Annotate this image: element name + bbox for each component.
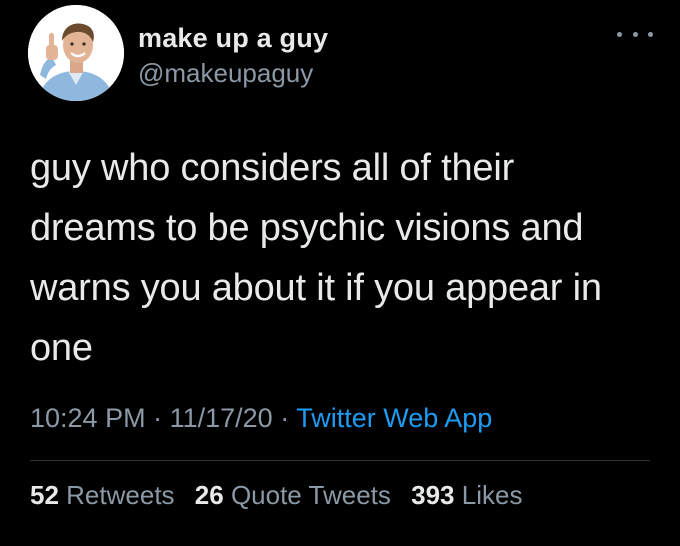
avatar[interactable] xyxy=(28,5,124,101)
quote-tweets-label: Quote Tweets xyxy=(230,480,391,510)
divider xyxy=(30,460,650,461)
profile-photo-icon xyxy=(28,5,124,101)
ellipsis-icon xyxy=(648,31,653,37)
likes-count: 393 xyxy=(411,480,455,510)
tweet-source-link[interactable]: Twitter Web App xyxy=(296,403,492,433)
retweets-count: 52 xyxy=(30,480,59,510)
meta-separator: · xyxy=(280,403,297,433)
ellipsis-icon xyxy=(632,31,638,37)
display-name[interactable]: make up a guy xyxy=(138,23,328,54)
tweet-time[interactable]: 10:24 PM xyxy=(30,403,146,433)
engagement-stats: 52 Retweets 26 Quote Tweets 393 Likes xyxy=(30,480,535,511)
tweet-text-line: warns you about it if you appear in xyxy=(30,267,602,309)
tweet-date[interactable]: 11/17/20 xyxy=(170,403,273,433)
tweet-metadata: 10:24 PM · 11/17/20 · Twitter Web App xyxy=(30,403,492,434)
tweet-text-line: dreams to be psychic visions and xyxy=(30,207,584,249)
tweet-text: guy who considers all of their dreams to… xyxy=(30,138,630,378)
ellipsis-icon xyxy=(617,31,622,37)
quote-tweets-stat[interactable]: 26 Quote Tweets xyxy=(195,480,391,510)
tweet-text-line: one xyxy=(30,327,93,369)
retweets-label: Retweets xyxy=(66,480,175,510)
likes-stat[interactable]: 393 Likes xyxy=(411,480,522,510)
retweets-stat[interactable]: 52 Retweets xyxy=(30,480,175,510)
tweet-card: make up a guy @makeupaguy guy who consid… xyxy=(0,0,680,546)
more-options-button[interactable] xyxy=(617,22,653,46)
quote-tweets-count: 26 xyxy=(194,480,224,510)
meta-separator: · xyxy=(153,403,170,433)
user-handle[interactable]: @makeupaguy xyxy=(138,58,313,89)
tweet-text-line: guy who considers all of their xyxy=(30,147,515,189)
likes-label: Likes xyxy=(461,480,523,510)
